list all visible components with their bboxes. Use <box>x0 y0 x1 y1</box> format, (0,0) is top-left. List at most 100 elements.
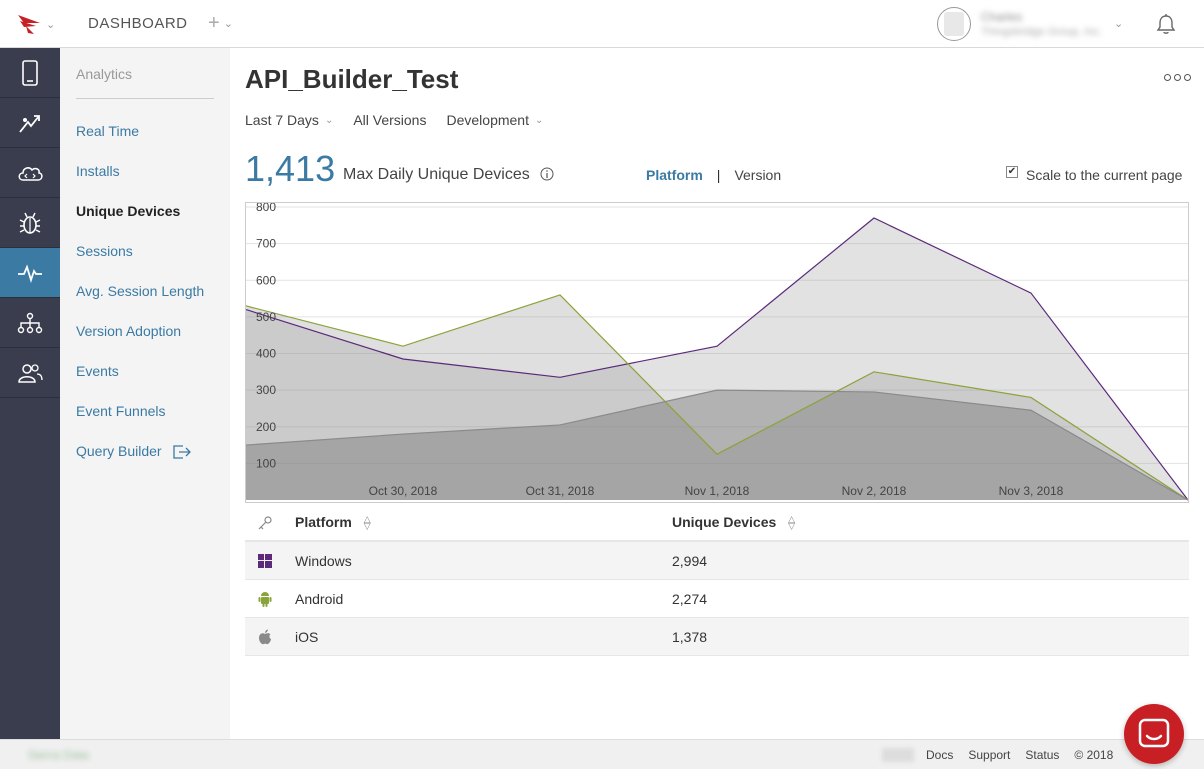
x-tick-label: Nov 2, 2018 <box>842 484 907 498</box>
subnav-item-label: Query Builder <box>76 443 162 459</box>
dot-icon <box>1184 74 1191 81</box>
scale-label: Scale to the current page <box>1026 167 1183 183</box>
environment-label: Development <box>446 112 529 128</box>
api-arrow-icon <box>19 114 40 133</box>
unique-devices-chart: 100 200 300 400 500 600 700 800 Oct 30, 2018 Oct … <box>245 202 1189 503</box>
subnav-item-unique-devices[interactable]: Unique Devices <box>76 203 180 219</box>
dashboard-label[interactable]: DASHBOARD <box>88 15 188 32</box>
platform-name: Android <box>295 590 344 607</box>
y-tick-label: 300 <box>256 383 276 397</box>
subnav-item-installs[interactable]: Installs <box>76 163 120 179</box>
unique-devices-value: 2,274 <box>672 590 708 607</box>
icon-nav <box>0 48 60 739</box>
breakdown-toggle: Platform | Version <box>646 167 781 183</box>
x-tick-label: Oct 30, 2018 <box>369 484 438 498</box>
subnav-item-events[interactable]: Events <box>76 363 119 379</box>
subnav-item-version-adoption[interactable]: Version Adoption <box>76 323 181 339</box>
toggle-separator: | <box>716 167 721 183</box>
subnav-item-real-time[interactable]: Real Time <box>76 123 139 139</box>
bug-icon <box>19 212 41 234</box>
filter-bar: Last 7 Days ⌄ All Versions Development ⌄ <box>245 112 563 128</box>
external-link-icon <box>173 445 192 459</box>
chevron-down-icon: ⌄ <box>1114 18 1124 30</box>
app-logo-menu[interactable]: ⌄ <box>16 12 56 36</box>
analytics-subnav: Analytics Real Time Installs Unique Devi… <box>60 48 230 739</box>
info-icon[interactable] <box>540 167 554 181</box>
table-header: Platform △ ▽ Unique Devices △ ▽ <box>245 504 1189 542</box>
table-row[interactable]: Windows 2,994 <box>245 542 1189 580</box>
footer-redacted <box>882 748 914 762</box>
plus-icon: + <box>208 12 220 34</box>
add-menu-button[interactable]: + ⌄ <box>208 12 233 35</box>
y-tick-label: 200 <box>256 420 276 434</box>
subnav-item-event-funnels[interactable]: Event Funnels <box>76 403 166 419</box>
column-header-unique-devices[interactable]: Unique Devices △ ▽ <box>672 513 795 531</box>
mobile-icon <box>22 59 38 86</box>
nav-analytics[interactable] <box>0 248 60 298</box>
subnav-title: Analytics <box>76 66 133 82</box>
nav-users[interactable] <box>0 348 60 398</box>
date-range-dropdown[interactable]: Last 7 Days ⌄ <box>245 112 333 128</box>
table-row[interactable]: iOS 1,378 <box>245 618 1189 656</box>
nav-cloud[interactable] <box>0 148 60 198</box>
more-options-button[interactable] <box>1164 74 1191 81</box>
versions-label: All Versions <box>353 112 427 128</box>
windows-icon <box>257 553 273 569</box>
footer-copyright: © 2018 <box>1074 748 1114 762</box>
unique-devices-value: 2,994 <box>672 552 708 569</box>
bell-icon[interactable] <box>1155 13 1177 35</box>
nav-api[interactable] <box>0 98 60 148</box>
unique-devices-value: 1,378 <box>672 628 708 645</box>
chat-button[interactable] <box>1124 704 1184 764</box>
y-tick-label: 100 <box>256 456 276 470</box>
footer-link-status[interactable]: Status <box>1025 748 1059 762</box>
chevron-down-icon: ⌄ <box>223 18 233 30</box>
org-chart-icon <box>17 312 43 333</box>
nav-crash[interactable] <box>0 198 60 248</box>
platform-name: iOS <box>295 628 319 645</box>
footer-link-docs[interactable]: Docs <box>926 748 953 762</box>
metric-label: Max Daily Unique Devices <box>343 166 530 183</box>
versions-dropdown[interactable]: All Versions <box>353 112 426 128</box>
footer-left-text: Sierra Data <box>28 748 89 762</box>
top-bar: ⌄ DASHBOARD + ⌄ Charles Thingsbridge Gro… <box>0 0 1204 48</box>
avatar <box>937 7 971 41</box>
y-tick-label: 400 <box>256 347 276 361</box>
footer-links: Docs Support Status © 2018 <box>926 748 1113 762</box>
logo-icon <box>18 15 40 34</box>
platform-name: Windows <box>295 552 352 569</box>
y-tick-label: 600 <box>256 273 276 287</box>
scale-option[interactable]: ✔ Scale to the current page <box>1006 166 1183 183</box>
x-tick-label: Oct 31, 2018 <box>526 484 595 498</box>
nav-mobile[interactable] <box>0 48 60 98</box>
sort-icon: △ ▽ <box>363 514 371 532</box>
android-icon <box>257 591 273 607</box>
platform-table: Platform △ ▽ Unique Devices △ ▽ Windows 2,… <box>245 504 1189 656</box>
cloud-code-icon <box>18 166 43 181</box>
footer: Sierra Data Docs Support Status © 2018 <box>0 739 1204 769</box>
user-menu[interactable]: Charles Thingsbridge Group, Inc. ⌄ <box>937 7 1146 41</box>
apple-icon <box>257 629 273 645</box>
chevron-down-icon: ⌄ <box>324 114 334 126</box>
column-header-label: Unique Devices <box>672 513 777 530</box>
metric-value: 1,413 <box>245 148 336 189</box>
subnav-item-query-builder[interactable]: Query Builder <box>76 443 192 459</box>
date-range-label: Last 7 Days <box>245 112 319 128</box>
footer-link-support[interactable]: Support <box>968 748 1010 762</box>
dot-icon <box>1174 74 1181 81</box>
chart-svg: 100 200 300 400 500 600 700 800 Oct 30, 2018 Oct … <box>246 203 1188 501</box>
column-header-platform[interactable]: Platform △ ▽ <box>295 514 371 532</box>
page-title: API_Builder_Test <box>245 64 459 94</box>
scale-checkbox[interactable]: ✔ <box>1006 166 1018 178</box>
toggle-platform[interactable]: Platform <box>646 167 703 183</box>
nav-org[interactable] <box>0 298 60 348</box>
table-row[interactable]: Android 2,274 <box>245 580 1189 618</box>
x-tick-label: Nov 3, 2018 <box>999 484 1064 498</box>
chevron-down-icon: ⌄ <box>534 114 544 126</box>
subnav-item-avg-session-length[interactable]: Avg. Session Length <box>76 283 204 299</box>
dot-icon <box>1164 74 1171 81</box>
key-icon <box>257 515 273 531</box>
subnav-item-sessions[interactable]: Sessions <box>76 243 133 259</box>
toggle-version[interactable]: Version <box>734 167 781 183</box>
environment-dropdown[interactable]: Development ⌄ <box>446 112 543 128</box>
